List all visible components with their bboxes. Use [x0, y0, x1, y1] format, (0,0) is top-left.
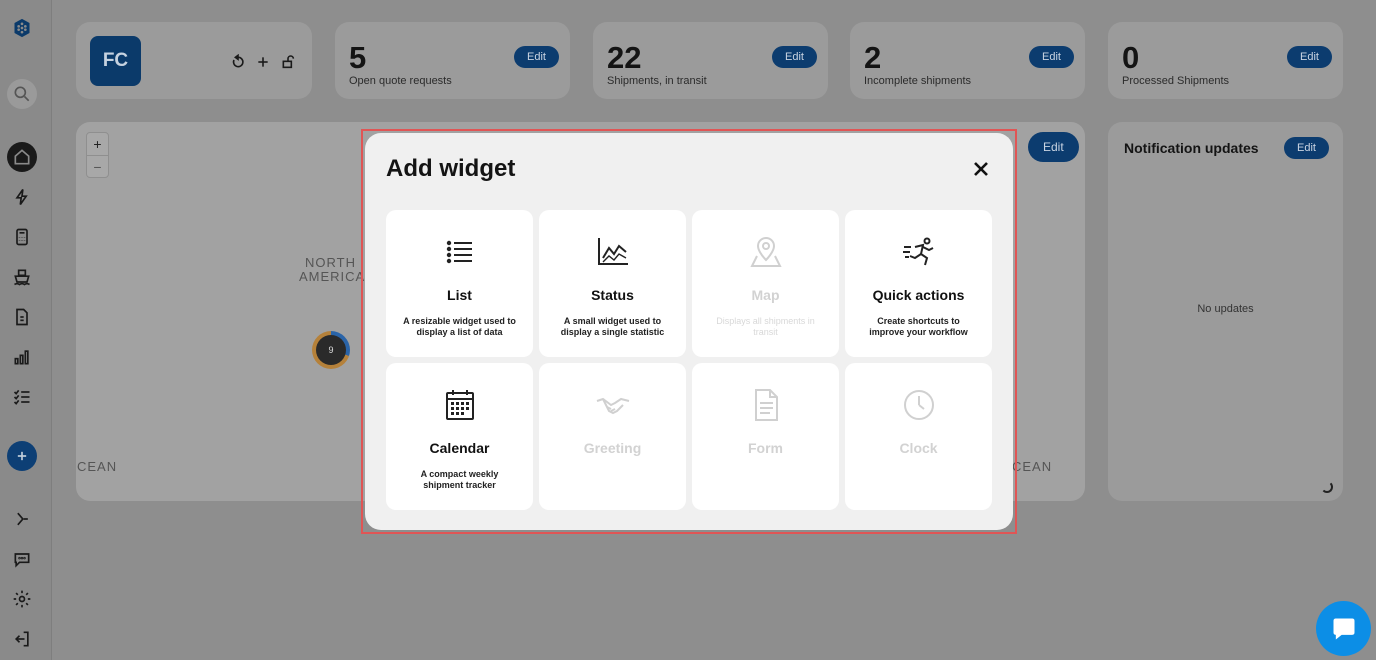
widget-title: List [447, 287, 472, 303]
chat-icon [1333, 618, 1354, 639]
search-icon[interactable] [7, 79, 37, 109]
document-icon [692, 387, 839, 423]
widget-description: Displays all shipments in transit [716, 316, 815, 337]
loading-icon [1321, 481, 1333, 493]
stat-label: Processed Shipments [1122, 75, 1229, 87]
edit-button[interactable]: Edit [1287, 46, 1332, 68]
avatar[interactable]: FC [90, 36, 141, 86]
close-icon[interactable] [969, 157, 993, 181]
map-label: CEAN [77, 459, 118, 474]
home-icon[interactable] [7, 142, 37, 172]
running-icon [845, 234, 992, 270]
stat-value: 22 [607, 40, 642, 75]
calendar-icon [386, 387, 533, 423]
widget-tile-calendar[interactable]: Calendar A compact weekly shipment track… [386, 363, 533, 510]
chat-bubble-icon[interactable] [7, 544, 37, 574]
widget-grid: List A resizable widget used to display … [386, 210, 992, 510]
edit-button[interactable]: Edit [514, 46, 559, 68]
stat-label: Shipments, in transit [607, 75, 707, 87]
widget-description: Create shortcuts to improve your workflo… [869, 316, 968, 337]
stat-card-incomplete: 2 Incomplete shipments Edit [850, 22, 1085, 99]
widget-description: A small widget used to display a single … [560, 316, 665, 337]
calculator-icon[interactable] [7, 222, 37, 252]
stat-label: Incomplete shipments [864, 75, 971, 87]
stat-card-processed: 0 Processed Shipments Edit [1108, 22, 1343, 99]
widget-title: Greeting [583, 440, 642, 456]
logout-icon[interactable] [7, 624, 37, 654]
analytics-icon[interactable] [7, 342, 37, 372]
checklist-icon[interactable] [7, 382, 37, 412]
handshake-icon [539, 387, 686, 423]
stat-card-quotes: 5 Open quote requests Edit [335, 22, 570, 99]
zoom-out-button[interactable]: − [87, 155, 108, 177]
empty-state: No updates [1197, 303, 1254, 315]
widget-title: Form [748, 440, 783, 456]
notification-title: Notification updates [1124, 140, 1259, 156]
map-label: AMERICA [299, 269, 366, 284]
map-label: CEAN [1012, 459, 1053, 474]
ship-icon[interactable] [7, 262, 37, 292]
refresh-icon[interactable] [230, 53, 246, 75]
widget-title: Clock [899, 440, 938, 456]
clock-icon [845, 387, 992, 423]
invoice-icon[interactable] [7, 302, 37, 332]
expand-icon[interactable] [7, 504, 37, 534]
chat-launcher-button[interactable] [1316, 601, 1371, 656]
stat-value: 5 [349, 40, 367, 75]
add-icon[interactable] [7, 441, 37, 471]
widget-title: Status [591, 287, 634, 303]
widget-title: Map [751, 287, 780, 303]
shipment-cluster[interactable]: 9 [312, 331, 350, 369]
widget-description: A compact weekly shipment tracker [420, 469, 499, 490]
widget-title: Quick actions [872, 287, 965, 303]
logo-icon[interactable] [7, 13, 37, 43]
notification-panel: Notification updates Edit No updates [1108, 122, 1343, 501]
unlock-icon[interactable] [280, 54, 296, 75]
add-widget-icon[interactable] [255, 54, 271, 75]
widget-tile-greeting: Greeting [539, 363, 686, 510]
widget-description: A resizable widget used to display a lis… [403, 316, 516, 337]
widget-tile-quick-actions[interactable]: Quick actions Create shortcuts to improv… [845, 210, 992, 357]
widget-tile-clock: Clock [845, 363, 992, 510]
notification-edit-button[interactable]: Edit [1284, 137, 1329, 159]
stat-label: Open quote requests [349, 75, 452, 87]
stat-value: 0 [1122, 40, 1140, 75]
add-widget-modal: Add widget List A resizable widget used … [365, 133, 1013, 530]
list-icon [386, 234, 533, 270]
widget-tile-status[interactable]: Status A small widget used to display a … [539, 210, 686, 357]
edit-button[interactable]: Edit [772, 46, 817, 68]
zoom-in-button[interactable]: + [87, 133, 108, 155]
map-edit-button[interactable]: Edit [1028, 132, 1079, 162]
edit-button[interactable]: Edit [1029, 46, 1074, 68]
gear-icon[interactable] [7, 584, 37, 614]
lightning-icon[interactable] [7, 182, 37, 212]
widget-tile-form: Form [692, 363, 839, 510]
widget-tile-map: Map Displays all shipments in transit [692, 210, 839, 357]
stat-value: 2 [864, 40, 882, 75]
map-label: NORTH [305, 255, 356, 270]
profile-card: FC [76, 22, 312, 99]
map-pin-icon [692, 234, 839, 270]
sidebar [0, 0, 52, 660]
modal-title: Add widget [386, 155, 516, 182]
zoom-controls: + − [86, 132, 109, 178]
chart-icon [539, 234, 686, 270]
widget-tile-list[interactable]: List A resizable widget used to display … [386, 210, 533, 357]
stat-card-transit: 22 Shipments, in transit Edit [593, 22, 828, 99]
widget-title: Calendar [429, 440, 490, 456]
